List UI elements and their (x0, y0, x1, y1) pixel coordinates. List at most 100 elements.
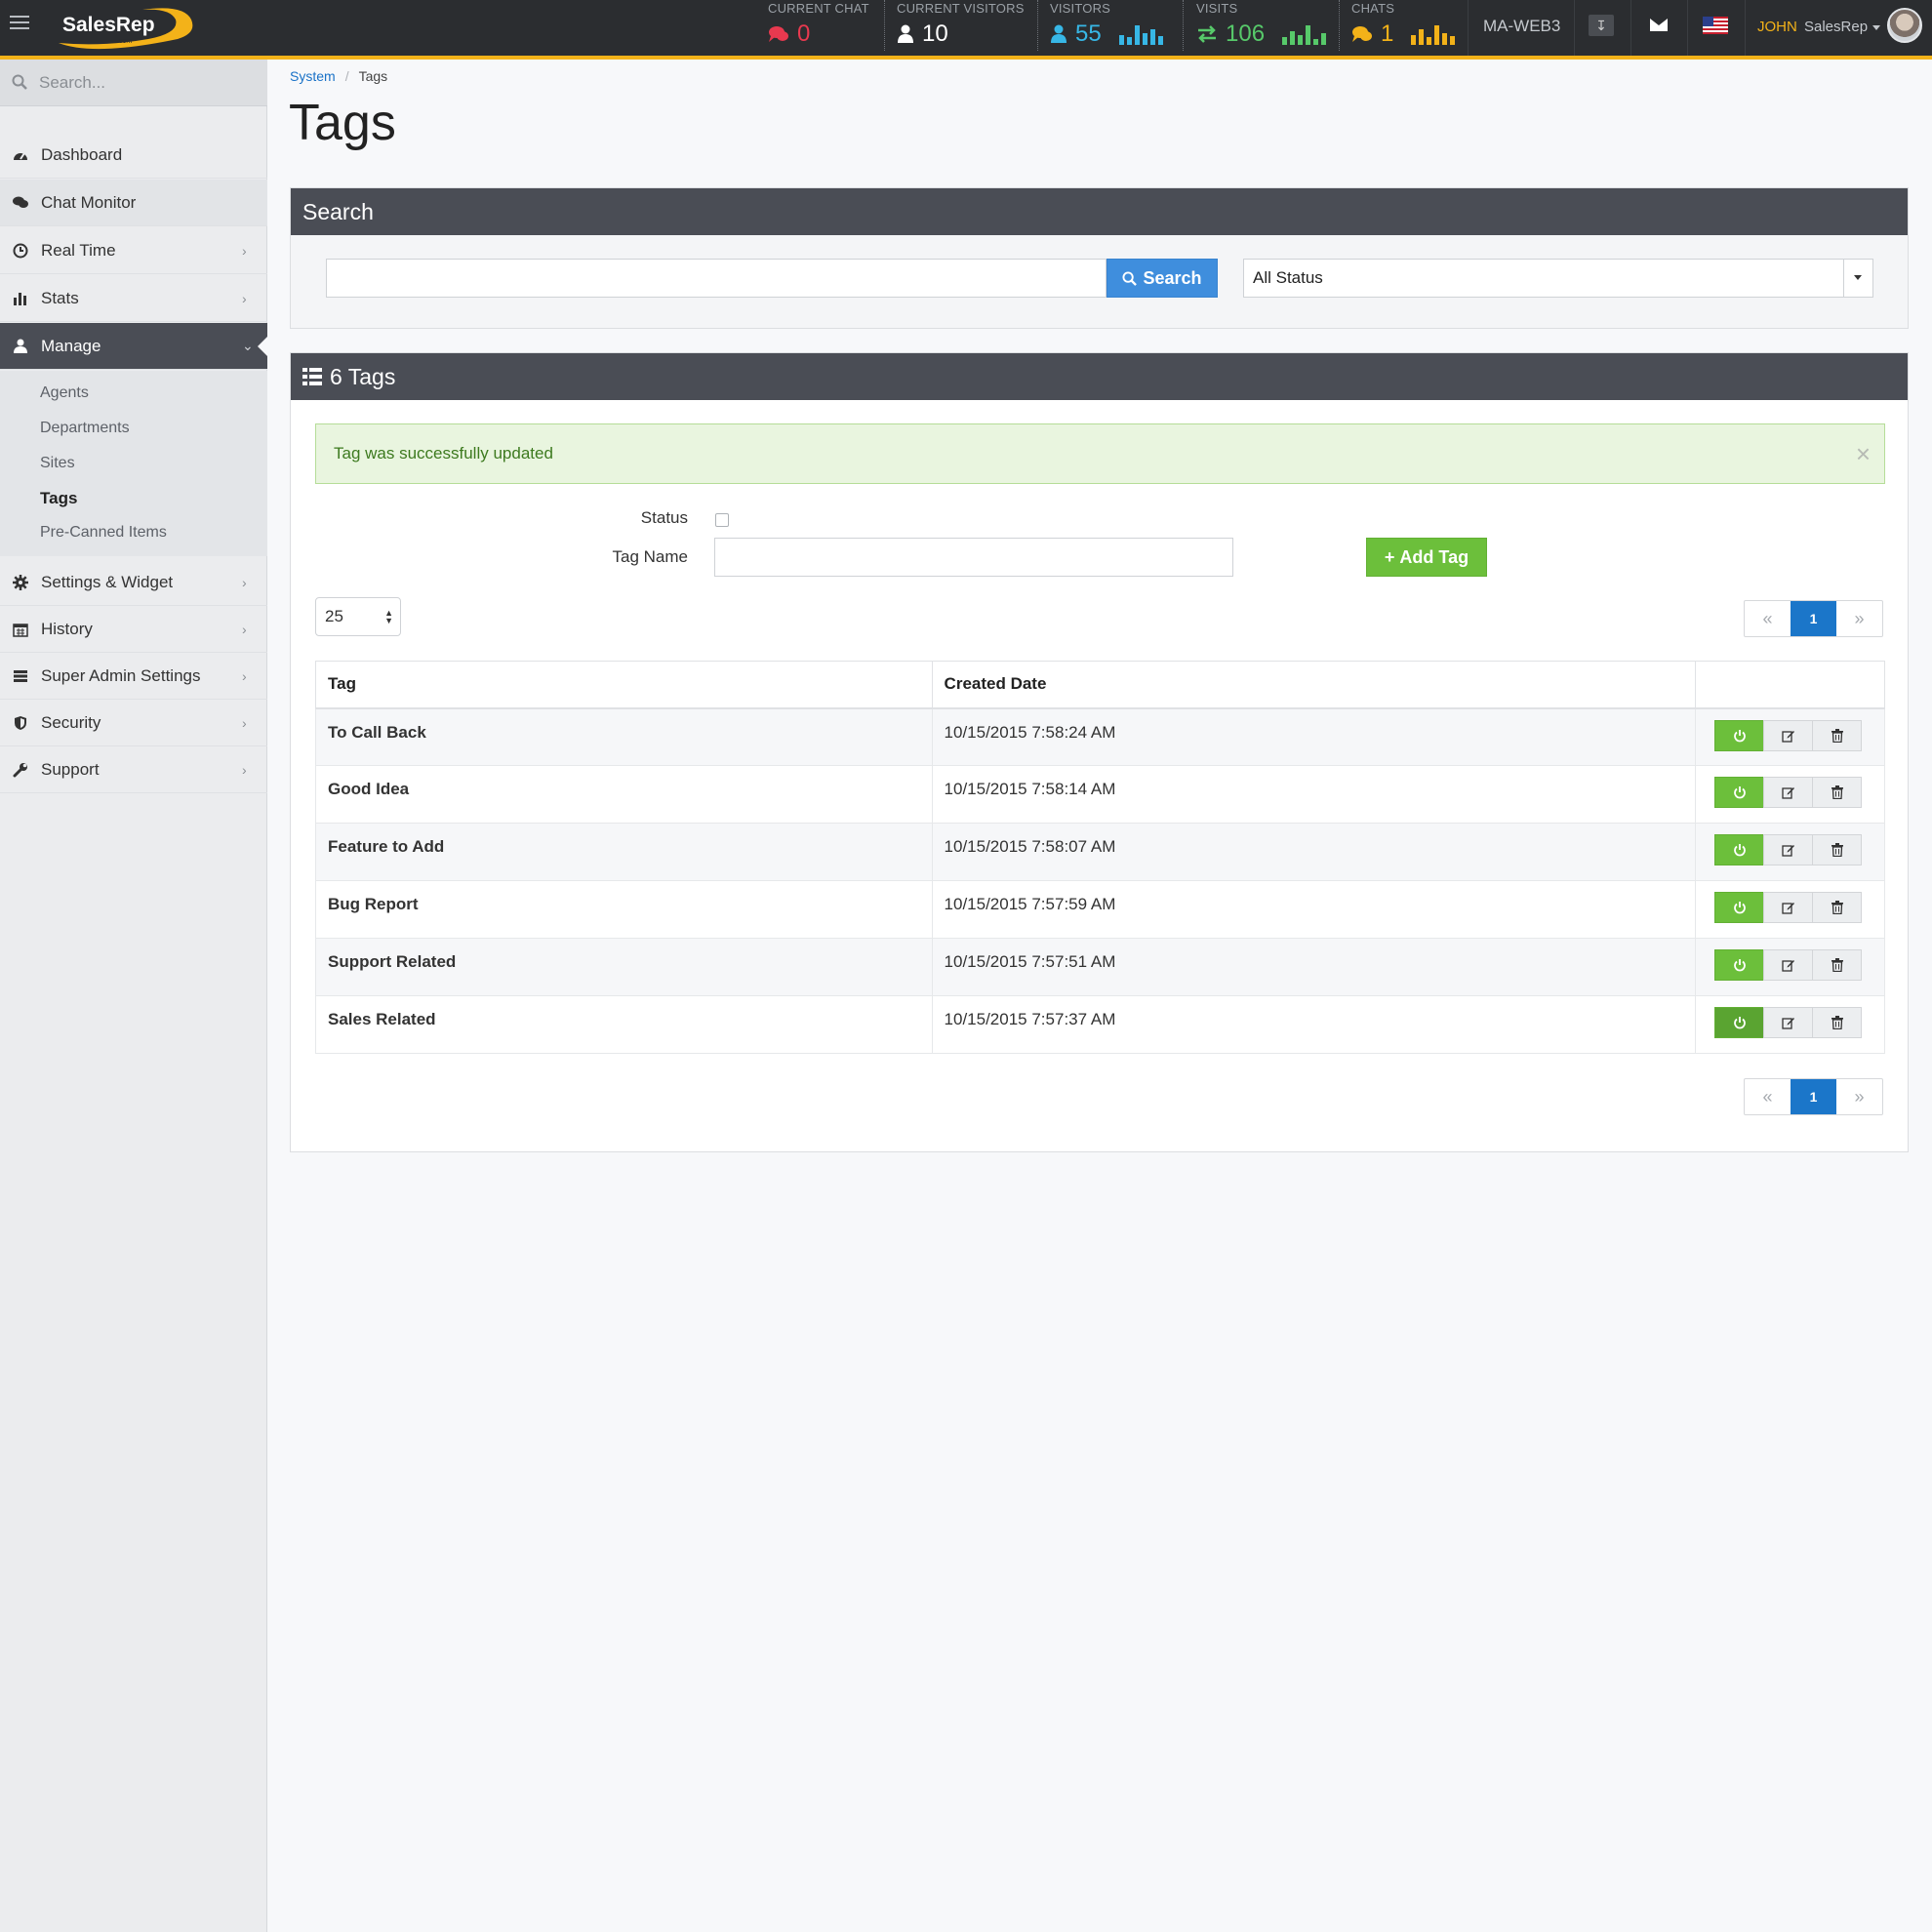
pagination-bottom: « 1 » (1744, 1078, 1883, 1115)
row-actions (1714, 834, 1862, 865)
row-actions (1714, 777, 1862, 808)
sidebar-item-dashboard[interactable]: Dashboard (0, 132, 267, 179)
tag-search-input[interactable] (326, 259, 1107, 298)
submenu-item-departments[interactable]: Departments (40, 420, 130, 437)
trash-icon (1831, 958, 1843, 972)
sidebar-item-manage[interactable]: Manage ⌄ (0, 323, 267, 370)
sidebar-item-super-admin-settings[interactable]: Super Admin Settings › (0, 653, 267, 700)
toggle-status-button[interactable] (1714, 892, 1764, 923)
sidebar-item-security[interactable]: Security › (0, 700, 267, 746)
table-row: Feature to Add 10/15/2015 7:58:07 AM (315, 823, 1885, 881)
sidebar-item-stats[interactable]: Stats › (0, 275, 267, 322)
edit-button[interactable] (1763, 949, 1813, 981)
stat-current-chat[interactable]: CURRENT CHAT 0 (768, 0, 869, 56)
edit-button[interactable] (1763, 834, 1813, 865)
pagination-next[interactable]: » (1836, 1079, 1882, 1114)
toggle-status-button[interactable] (1714, 777, 1764, 808)
pagination-prev[interactable]: « (1745, 601, 1791, 636)
tag-name-input[interactable] (714, 538, 1233, 577)
user-icon (14, 339, 27, 353)
toggle-status-button[interactable] (1714, 834, 1764, 865)
stat-current-visitors[interactable]: CURRENT VISITORS 10 (897, 0, 1025, 56)
user-icon (1051, 24, 1067, 43)
salesrep-logo[interactable]: SalesRep .com (55, 6, 193, 51)
toggle-status-button[interactable] (1714, 949, 1764, 981)
avatar[interactable] (1887, 8, 1922, 43)
actions-cell (1695, 707, 1885, 766)
column-header-actions (1695, 661, 1885, 709)
logo-text: SalesRep (62, 14, 155, 36)
trash-icon (1831, 785, 1843, 799)
hamburger-menu-icon[interactable] (10, 16, 31, 31)
sidebar-item-settings-widget[interactable]: Settings & Widget › (0, 559, 267, 606)
sidebar-item-history[interactable]: History › (0, 606, 267, 653)
edit-button[interactable] (1763, 719, 1813, 751)
chevron-right-icon: › (242, 621, 247, 637)
delete-button[interactable] (1812, 949, 1862, 981)
edit-button[interactable] (1763, 892, 1813, 923)
pagination-page[interactable]: 1 (1791, 1079, 1836, 1114)
chat-bubbles-icon (1352, 26, 1372, 42)
edit-button[interactable] (1763, 1007, 1813, 1038)
submenu-item-agents[interactable]: Agents (40, 384, 89, 402)
page-size-value: 25 (325, 607, 343, 625)
calendar-icon (13, 623, 28, 637)
column-header-tag[interactable]: Tag (315, 661, 933, 709)
user-first-name[interactable]: JOHN (1757, 19, 1797, 35)
top-bar: SalesRep .com CURRENT CHAT 0 CURRENT VIS… (0, 0, 1932, 60)
row-actions (1714, 949, 1862, 981)
column-header-created-date[interactable]: Created Date (931, 661, 1697, 709)
sidebar-item-chat-monitor[interactable]: Chat Monitor (0, 180, 267, 226)
edit-button[interactable] (1763, 777, 1813, 808)
mini-bar-chart-icon (1411, 23, 1456, 45)
stat-divider (884, 0, 885, 51)
status-filter-value: All Status (1253, 268, 1323, 287)
trash-icon (1831, 1016, 1843, 1029)
search-button[interactable]: Search (1107, 259, 1218, 298)
sidebar-item-support[interactable]: Support › (0, 746, 267, 793)
add-tag-button[interactable]: + Add Tag (1366, 538, 1487, 577)
delete-button[interactable] (1812, 892, 1862, 923)
toggle-status-button[interactable] (1714, 1007, 1764, 1038)
toggle-status-button[interactable] (1714, 719, 1764, 751)
stat-value: 10 (922, 20, 948, 47)
stat-visits[interactable]: VISITS 106 (1196, 0, 1327, 56)
sidebar-item-real-time[interactable]: Real Time › (0, 227, 267, 274)
status-filter-select[interactable]: All Status (1243, 259, 1873, 298)
power-icon (1733, 959, 1746, 972)
stat-chats[interactable]: CHATS 1 (1351, 0, 1456, 56)
submenu-item-sites[interactable]: Sites (40, 455, 75, 472)
download-icon[interactable]: ↧ (1589, 15, 1614, 36)
edit-icon (1781, 787, 1794, 799)
submenu-item-pre-canned-items[interactable]: Pre-Canned Items (40, 524, 167, 542)
breadcrumb: System / Tags (290, 68, 387, 84)
delete-button[interactable] (1812, 1007, 1862, 1038)
us-flag-icon[interactable] (1703, 17, 1728, 34)
add-tag-label: Add Tag (1399, 546, 1469, 567)
delete-button[interactable] (1812, 834, 1862, 865)
tags-table-body: To Call Back 10/15/2015 7:58:24 AM Good … (315, 707, 1885, 1054)
stat-visitors[interactable]: VISITORS 55 (1050, 0, 1163, 56)
status-checkbox[interactable] (715, 513, 729, 527)
breadcrumb-link-system[interactable]: System (290, 68, 336, 84)
delete-button[interactable] (1812, 719, 1862, 751)
pagination-prev[interactable]: « (1745, 1079, 1791, 1114)
submenu-item-tags[interactable]: Tags (40, 489, 77, 508)
power-icon (1733, 786, 1746, 799)
table-row: Good Idea 10/15/2015 7:58:14 AM (315, 765, 1885, 824)
pagination-page[interactable]: 1 (1791, 601, 1836, 636)
search-panel: Search Search All Status (290, 187, 1909, 329)
sidebar-item-label: Super Admin Settings (41, 665, 201, 685)
sidebar-search-input[interactable] (39, 70, 254, 96)
page-size-select[interactable]: 25 ▲ ▼ (315, 597, 401, 636)
shield-icon (15, 715, 26, 730)
sidebar-item-label: Support (41, 759, 100, 779)
mail-icon[interactable] (1650, 19, 1668, 31)
sidebar-search (0, 60, 267, 106)
sidebar-item-label: Real Time (41, 240, 116, 260)
close-icon[interactable]: × (1856, 424, 1871, 483)
pagination-next[interactable]: » (1836, 601, 1882, 636)
delete-button[interactable] (1812, 777, 1862, 808)
user-menu[interactable]: SalesRep (1804, 19, 1881, 35)
mini-bar-chart-icon (1118, 23, 1163, 45)
